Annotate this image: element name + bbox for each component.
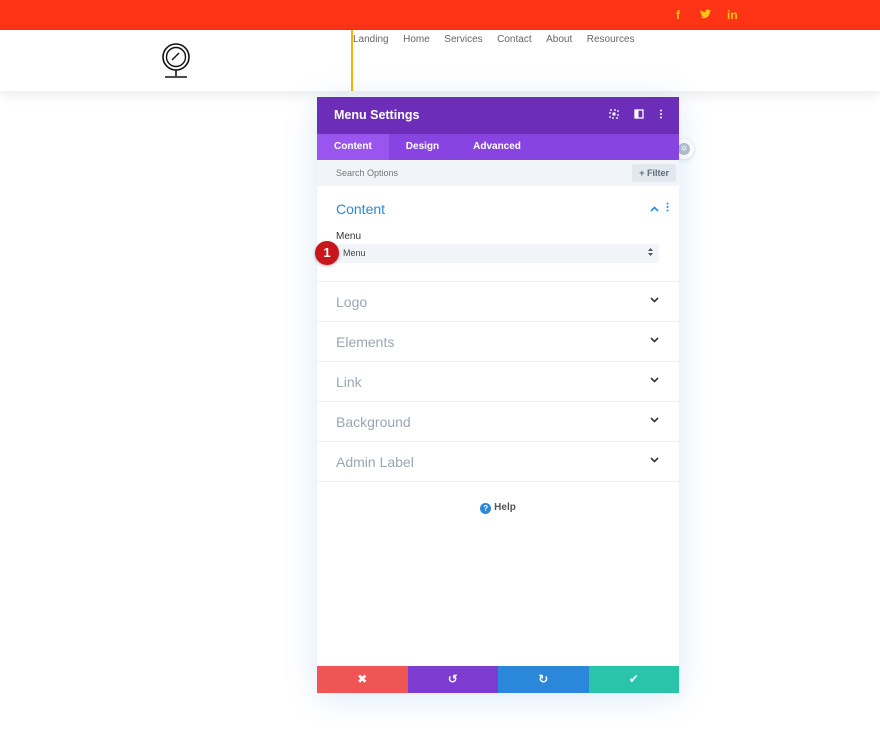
link-section[interactable]: Link — [317, 362, 679, 402]
nav-link-services[interactable]: Services — [444, 34, 482, 46]
elements-section-title: Elements — [336, 334, 395, 350]
nav-link-contact[interactable]: Contact — [497, 34, 531, 46]
menu-select-value: Menu — [343, 248, 366, 258]
nav-link-about[interactable]: About — [546, 34, 572, 46]
elements-section[interactable]: Elements — [317, 322, 679, 362]
modal-tabs: Content Design Advanced — [317, 134, 679, 160]
main-nav: Landing Home Services Contact About Reso… — [353, 34, 649, 46]
linkedin-icon[interactable]: in — [727, 7, 738, 23]
discard-button[interactable]: ✖ — [317, 666, 408, 693]
more-icon[interactable] — [655, 109, 667, 121]
logo-section-title: Logo — [336, 294, 368, 310]
chevron-down-icon — [650, 295, 659, 306]
menu-select[interactable]: Menu — [336, 244, 659, 263]
content-section: Content Menu Menu — [317, 186, 679, 282]
menu-field-label: Menu — [336, 231, 362, 242]
menu-settings-modal: Menu Settings Content Design Advanced + … — [317, 97, 679, 693]
modal-header: Menu Settings — [317, 97, 679, 134]
nav-link-home[interactable]: Home — [403, 34, 430, 46]
facebook-icon[interactable]: f — [676, 7, 680, 23]
chevron-up-icon[interactable] — [650, 204, 659, 215]
filter-button[interactable]: + Filter — [632, 164, 676, 182]
link-section-title: Link — [336, 374, 362, 390]
undo-button[interactable]: ↺ — [407, 666, 498, 693]
search-options-input[interactable] — [336, 160, 596, 186]
redo-button[interactable]: ↻ — [498, 666, 589, 693]
search-row: + Filter — [317, 160, 679, 186]
site-header: Landing Home Services Contact About Reso… — [0, 30, 880, 91]
modal-title: Menu Settings — [334, 108, 420, 122]
nav-link-resources[interactable]: Resources — [587, 34, 635, 46]
select-arrows-icon — [648, 244, 653, 263]
top-bar: f in — [0, 0, 880, 30]
help-label: Help — [494, 502, 516, 513]
content-section-title[interactable]: Content — [336, 201, 385, 217]
modal-footer: ✖ ↺ ↻ ✔ — [317, 666, 679, 693]
background-section-title: Background — [336, 414, 411, 430]
admin-label-section-title: Admin Label — [336, 454, 414, 470]
chevron-down-icon — [650, 335, 659, 346]
tab-content[interactable]: Content — [317, 134, 389, 160]
mirror-icon[interactable] — [160, 42, 194, 80]
split-view-icon[interactable] — [633, 109, 645, 121]
logo-section[interactable]: Logo — [317, 282, 679, 322]
admin-label-section[interactable]: Admin Label — [317, 442, 679, 482]
expand-icon[interactable] — [608, 109, 620, 121]
nav-link-landing[interactable]: Landing — [353, 34, 389, 46]
tab-advanced[interactable]: Advanced — [456, 134, 538, 160]
twitter-icon[interactable] — [700, 7, 711, 23]
chevron-down-icon — [650, 415, 659, 426]
help-icon: ? — [480, 503, 492, 514]
step-number-badge: 1 — [315, 241, 339, 265]
section-more-icon[interactable] — [666, 202, 669, 213]
chevron-down-icon — [650, 455, 659, 466]
help-link[interactable]: ? Help — [317, 502, 679, 514]
background-section[interactable]: Background — [317, 402, 679, 442]
settings-handle-icon: ✲ — [678, 143, 690, 155]
chevron-down-icon — [650, 375, 659, 386]
save-button[interactable]: ✔ — [588, 666, 679, 693]
tab-design[interactable]: Design — [389, 134, 456, 160]
